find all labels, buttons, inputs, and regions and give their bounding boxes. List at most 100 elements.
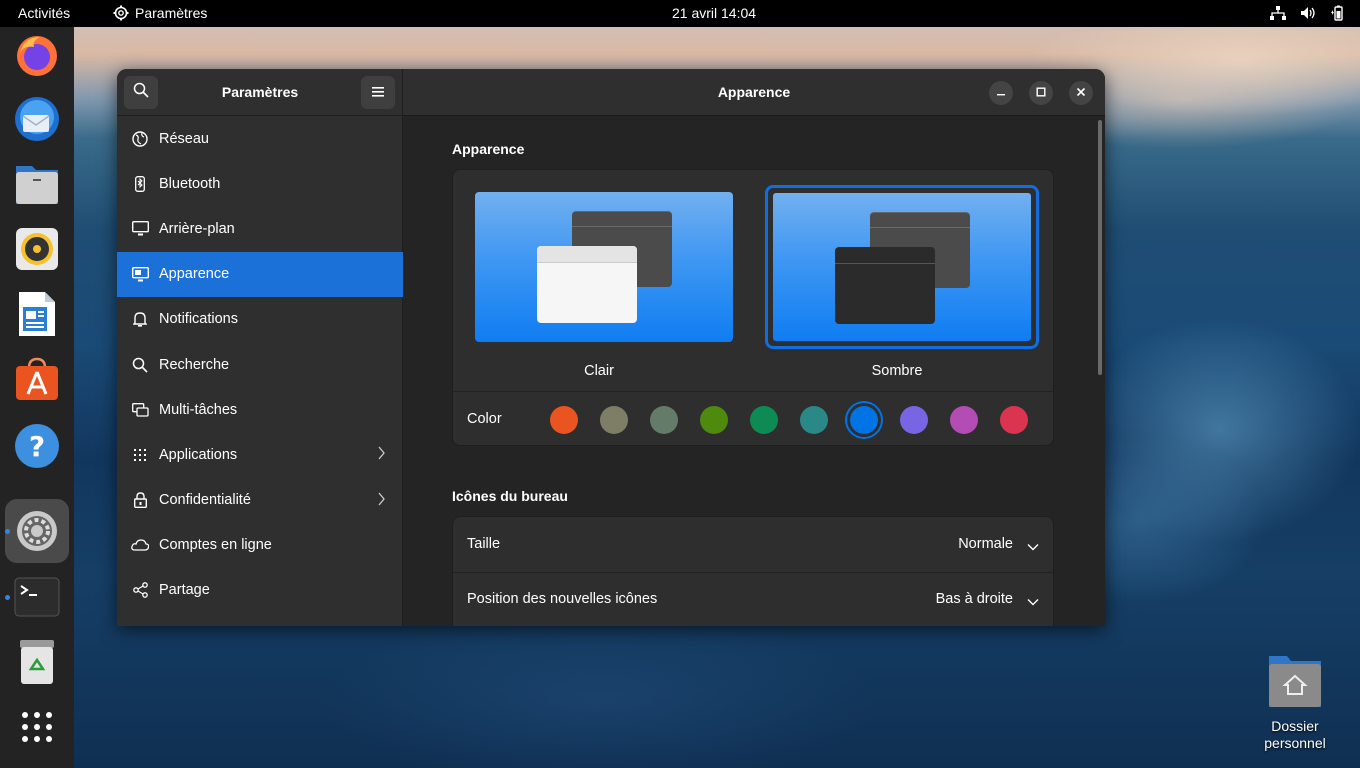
- help-icon[interactable]: ?: [13, 422, 61, 470]
- sidebar-item-comptes-en-ligne[interactable]: Comptes en ligne: [117, 523, 403, 568]
- theme-dark-option[interactable]: [765, 185, 1039, 349]
- home-folder-desktop-icon[interactable]: Dossier personnel: [1250, 652, 1340, 752]
- accent-color-swatch[interactable]: [550, 406, 578, 434]
- icon-position-value: Bas à droite: [935, 591, 1013, 607]
- accent-color-swatch[interactable]: [700, 406, 728, 434]
- chevron-down-icon: [1027, 539, 1039, 555]
- minimize-button[interactable]: [989, 81, 1013, 105]
- sidebar-item-confidentialite[interactable]: Confidentialité: [117, 478, 403, 523]
- firefox-icon[interactable]: [13, 32, 61, 80]
- accent-color-swatch[interactable]: [1000, 406, 1028, 434]
- sidebar-item-label: Arrière-plan: [159, 220, 235, 237]
- theme-light-label: Clair: [584, 363, 614, 379]
- dock: ?: [0, 27, 74, 768]
- libreoffice-writer-icon[interactable]: [13, 290, 61, 338]
- display-icon: [117, 221, 159, 236]
- sidebar-item-label: Recherche: [159, 356, 230, 373]
- chevron-right-icon: [378, 446, 385, 464]
- settings-window: Paramètres Réseau Bluetooth Arrière-plan…: [117, 69, 1105, 626]
- sidebar-item-label: Confidentialité: [159, 492, 251, 509]
- main-menu-button[interactable]: [361, 76, 395, 109]
- accent-color-swatch[interactable]: [750, 406, 778, 434]
- bluetooth-icon: [117, 175, 159, 192]
- icon-position-label: Position des nouvelles icônes: [467, 591, 658, 607]
- home-folder-label: personnel: [1264, 735, 1326, 751]
- header-bar: Apparence: [403, 69, 1105, 116]
- terminal-icon[interactable]: [13, 573, 61, 621]
- close-button[interactable]: [1069, 81, 1093, 105]
- icon-size-label: Taille: [467, 536, 501, 552]
- search-icon: [117, 357, 159, 373]
- battery-icon: [1330, 5, 1346, 21]
- sidebar-item-label: Réseau: [159, 130, 209, 147]
- sidebar-list: Réseau Bluetooth Arrière-plan Apparence …: [117, 116, 403, 613]
- close-icon: [1076, 84, 1086, 102]
- desktop-icons-card: Taille Normale Position des nouvelles ic…: [452, 516, 1054, 626]
- icon-position-row[interactable]: Position des nouvelles icônes Bas à droi…: [453, 572, 1055, 626]
- accent-color-swatch[interactable]: [850, 406, 878, 434]
- sidebar-item-multitaches[interactable]: Multi-tâches: [117, 387, 403, 432]
- show-apps-icon[interactable]: [13, 703, 61, 751]
- sidebar-item-notifications[interactable]: Notifications: [117, 297, 403, 342]
- accent-color-swatch[interactable]: [600, 406, 628, 434]
- trash-icon[interactable]: [13, 638, 61, 686]
- share-icon: [117, 582, 159, 599]
- clock[interactable]: 21 avril 14:04: [672, 5, 756, 21]
- running-indicator: [5, 529, 10, 534]
- sidebar-item-arriere-plan[interactable]: Arrière-plan: [117, 206, 403, 251]
- settings-icon[interactable]: [5, 499, 69, 563]
- accent-color-picker: [453, 391, 1053, 447]
- section-title-apparence: Apparence: [452, 141, 525, 157]
- accent-color-swatch[interactable]: [950, 406, 978, 434]
- sidebar-item-label: Notifications: [159, 311, 238, 328]
- cloud-icon: [117, 539, 159, 551]
- sidebar-item-label: Bluetooth: [159, 175, 221, 192]
- maximize-icon: [1036, 84, 1046, 102]
- lock-icon: [117, 492, 159, 509]
- home-folder-icon: [1250, 652, 1340, 708]
- gear-icon: [113, 5, 129, 21]
- icon-size-value: Normale: [958, 536, 1013, 552]
- app-center-icon[interactable]: [13, 355, 61, 403]
- sidebar-item-bluetooth[interactable]: Bluetooth: [117, 161, 403, 206]
- sidebar-item-label: Apparence: [159, 266, 230, 283]
- sidebar-item-partage[interactable]: Partage: [117, 568, 403, 613]
- running-indicator: [5, 595, 10, 600]
- top-bar: Activités Paramètres 21 avril 14:04: [0, 0, 1360, 27]
- sidebar-item-applications[interactable]: Applications: [117, 432, 403, 477]
- accent-color-swatch[interactable]: [650, 406, 678, 434]
- minimize-icon: [996, 84, 1006, 102]
- files-icon[interactable]: [13, 160, 61, 208]
- section-title-desktop-icons: Icônes du bureau: [452, 488, 568, 504]
- rhythmbox-icon[interactable]: [13, 225, 61, 273]
- system-tray[interactable]: [1270, 5, 1346, 21]
- sidebar-item-recherche[interactable]: Recherche: [117, 342, 403, 387]
- maximize-button[interactable]: [1029, 81, 1053, 105]
- multitasking-icon: [117, 402, 159, 417]
- sidebar-item-reseau[interactable]: Réseau: [117, 116, 403, 161]
- network-globe-icon: [117, 130, 159, 147]
- bell-icon: [117, 311, 159, 327]
- icon-size-row[interactable]: Taille Normale: [453, 517, 1055, 572]
- scrollbar[interactable]: [1098, 120, 1102, 375]
- volume-icon: [1300, 6, 1316, 20]
- sidebar-item-label: Multi-tâches: [159, 401, 238, 418]
- sidebar-header: Paramètres: [117, 69, 402, 116]
- app-menu[interactable]: Paramètres: [113, 5, 207, 21]
- activities-button[interactable]: Activités: [18, 5, 70, 21]
- accent-color-swatch[interactable]: [800, 406, 828, 434]
- sidebar-item-label: Partage: [159, 582, 210, 599]
- hamburger-menu-icon: [372, 84, 384, 102]
- chevron-down-icon: [1027, 594, 1039, 610]
- main-panel: Apparence Apparence Clair Sombre Color I…: [403, 69, 1105, 626]
- sidebar-item-label: Applications: [159, 446, 238, 463]
- sidebar-item-apparence[interactable]: Apparence: [117, 251, 403, 297]
- theme-light-option[interactable]: [475, 192, 733, 342]
- app-menu-label: Paramètres: [135, 5, 208, 21]
- home-folder-label: Dossier: [1271, 718, 1319, 734]
- appearance-card: Clair Sombre Color: [452, 169, 1054, 446]
- apps-grid-icon: [117, 448, 159, 461]
- accent-color-swatch[interactable]: [900, 406, 928, 434]
- svg-text:?: ?: [29, 430, 45, 463]
- thunderbird-icon[interactable]: [13, 95, 61, 143]
